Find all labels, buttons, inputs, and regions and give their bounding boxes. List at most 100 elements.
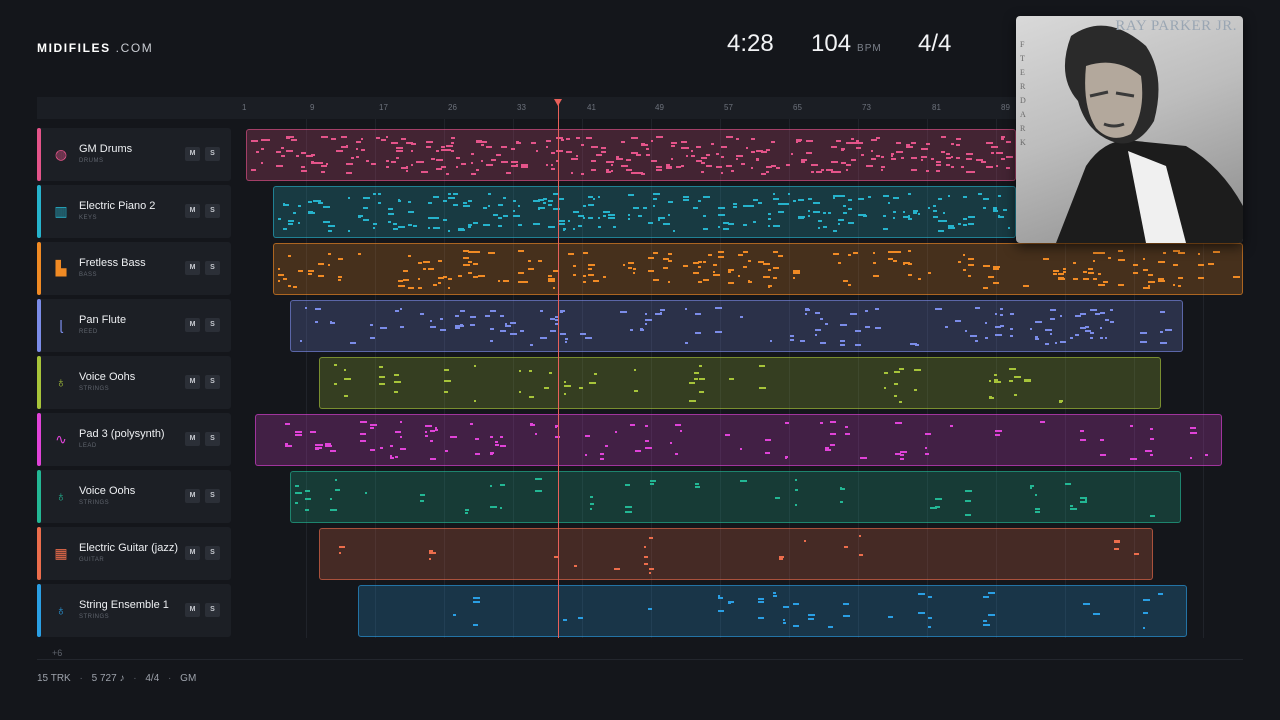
midi-note bbox=[301, 166, 305, 168]
track-color-bar bbox=[37, 128, 41, 181]
track-header[interactable]: ɭ Pan Flute REED M S bbox=[37, 299, 231, 352]
midi-note bbox=[1190, 457, 1192, 459]
more-tracks-indicator[interactable]: +6 bbox=[52, 648, 62, 658]
playhead-handle[interactable] bbox=[554, 99, 562, 106]
midi-note bbox=[1053, 270, 1059, 272]
midi-note bbox=[298, 205, 301, 207]
midi-note bbox=[911, 142, 916, 144]
midi-note bbox=[295, 485, 299, 487]
midi-note bbox=[718, 251, 724, 253]
midi-note bbox=[918, 612, 925, 614]
track-header[interactable]: ▙ Fretless Bass BASS M S bbox=[37, 242, 231, 295]
midi-note bbox=[728, 223, 734, 225]
midi-note bbox=[965, 330, 967, 332]
track-header[interactable]: ♁ Voice Oohs STRINGS M S bbox=[37, 470, 231, 523]
midi-note bbox=[506, 172, 511, 174]
track-header[interactable]: ▦ Electric Guitar (jazz) GUITAR M S bbox=[37, 527, 231, 580]
midi-note bbox=[718, 226, 720, 228]
mute-button[interactable]: M bbox=[185, 147, 200, 161]
mute-button[interactable]: M bbox=[185, 261, 200, 275]
midi-note bbox=[1198, 253, 1200, 255]
solo-button[interactable]: S bbox=[205, 489, 220, 503]
track-clip[interactable] bbox=[246, 129, 1016, 181]
midi-note bbox=[896, 142, 901, 144]
track-header[interactable]: ♁ String Ensemble 1 STRINGS M S bbox=[37, 584, 231, 637]
midi-note bbox=[318, 263, 324, 265]
midi-note bbox=[470, 316, 476, 318]
midi-note bbox=[488, 252, 495, 254]
midi-note bbox=[895, 422, 902, 424]
track-clip[interactable] bbox=[273, 243, 1243, 295]
midi-note bbox=[1150, 428, 1153, 430]
midi-note bbox=[968, 223, 974, 225]
midi-note bbox=[568, 253, 574, 255]
mute-button[interactable]: M bbox=[185, 603, 200, 617]
mute-button[interactable]: M bbox=[185, 204, 200, 218]
midi-note bbox=[758, 601, 764, 603]
midi-note bbox=[1043, 258, 1049, 260]
solo-button[interactable]: S bbox=[205, 375, 220, 389]
track-header[interactable]: ◍ GM Drums DRUMS M S bbox=[37, 128, 231, 181]
midi-note bbox=[868, 196, 871, 198]
track-clip[interactable] bbox=[358, 585, 1187, 637]
track-clip[interactable] bbox=[290, 471, 1181, 523]
midi-note bbox=[579, 387, 583, 389]
midi-note bbox=[603, 276, 606, 278]
midi-note bbox=[276, 151, 281, 153]
midi-note bbox=[1098, 284, 1105, 286]
midi-note bbox=[390, 457, 394, 459]
midi-note bbox=[653, 252, 658, 254]
midi-note bbox=[729, 378, 734, 380]
track-clip[interactable] bbox=[319, 528, 1153, 580]
midi-note bbox=[501, 146, 507, 148]
midi-note bbox=[805, 308, 809, 310]
midi-note bbox=[583, 281, 586, 283]
track-clip[interactable] bbox=[319, 357, 1161, 409]
midi-note bbox=[683, 265, 688, 267]
midi-note bbox=[884, 372, 888, 374]
midi-note bbox=[1150, 515, 1155, 517]
mute-button[interactable]: M bbox=[185, 375, 200, 389]
midi-note bbox=[793, 277, 795, 279]
midi-note bbox=[914, 369, 921, 371]
midi-note bbox=[921, 156, 927, 158]
midi-note bbox=[463, 205, 470, 207]
mute-button[interactable]: M bbox=[185, 318, 200, 332]
brand-name: MIDIFILES bbox=[37, 41, 111, 55]
midi-note bbox=[425, 425, 432, 427]
track-header[interactable]: ♁ Voice Oohs STRINGS M S bbox=[37, 356, 231, 409]
mute-button[interactable]: M bbox=[185, 432, 200, 446]
track-clip[interactable] bbox=[273, 186, 1016, 238]
midi-note bbox=[648, 270, 654, 272]
midi-note bbox=[991, 152, 994, 154]
midi-note bbox=[325, 443, 331, 445]
solo-button[interactable]: S bbox=[205, 546, 220, 560]
midi-note bbox=[925, 433, 931, 435]
solo-button[interactable]: S bbox=[205, 318, 220, 332]
mute-button[interactable]: M bbox=[185, 489, 200, 503]
solo-button[interactable]: S bbox=[205, 261, 220, 275]
midi-note bbox=[816, 171, 822, 173]
track-clip[interactable] bbox=[255, 414, 1222, 466]
track-header[interactable]: ∿ Pad 3 (polysynth) LEAD M S bbox=[37, 413, 231, 466]
solo-button[interactable]: S bbox=[205, 603, 220, 617]
playhead[interactable] bbox=[554, 99, 562, 638]
track-color-bar bbox=[37, 527, 41, 580]
midi-note bbox=[308, 270, 314, 272]
solo-button[interactable]: S bbox=[205, 147, 220, 161]
midi-note bbox=[853, 252, 858, 254]
midi-note bbox=[1075, 334, 1079, 336]
track-header[interactable]: ▥ Electric Piano 2 KEYS M S bbox=[37, 185, 231, 238]
midi-note bbox=[530, 344, 533, 346]
mute-button[interactable]: M bbox=[185, 546, 200, 560]
midi-note bbox=[448, 287, 450, 289]
midi-note bbox=[893, 217, 895, 219]
solo-button[interactable]: S bbox=[205, 432, 220, 446]
track-clip[interactable] bbox=[290, 300, 1183, 352]
tempo-value: 104 bbox=[811, 30, 852, 57]
midi-note bbox=[968, 275, 971, 277]
solo-button[interactable]: S bbox=[205, 204, 220, 218]
midi-note bbox=[536, 150, 538, 152]
midi-note bbox=[600, 458, 604, 460]
separator: · bbox=[133, 673, 137, 684]
